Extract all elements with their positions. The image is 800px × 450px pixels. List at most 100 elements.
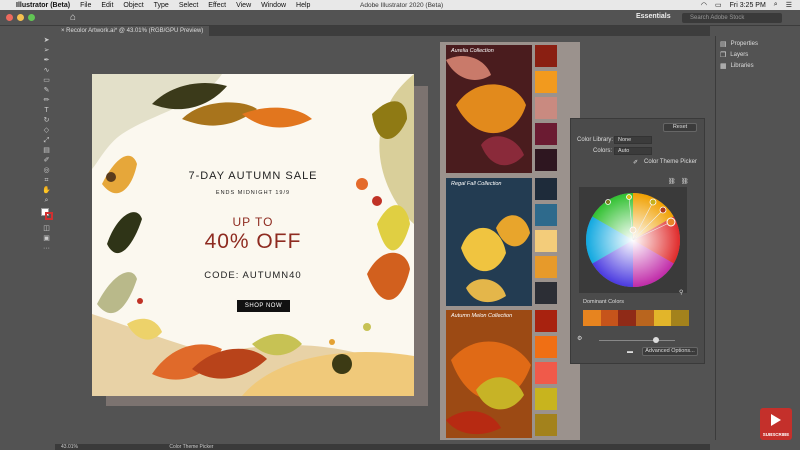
libraries-icon: ▦ <box>720 63 727 70</box>
zoom-tool-icon[interactable]: ⌕ <box>38 196 55 206</box>
selection-tool-icon[interactable]: ➤ <box>38 36 55 46</box>
workspace-switcher[interactable]: Essentials <box>636 13 671 20</box>
artboard[interactable]: 7-DAY AUTUMN SALE ENDS MIDNIGHT 19/9 UP … <box>92 74 414 396</box>
eraser-tool-icon[interactable]: ◇ <box>38 126 55 136</box>
color-picker-icon[interactable]: ⚲ <box>679 289 683 296</box>
fill-stroke-icon[interactable] <box>38 206 55 224</box>
menu-window[interactable]: Window <box>261 2 286 9</box>
menu-edit[interactable]: Edit <box>101 2 113 9</box>
properties-panel-tab[interactable]: ▤ Properties <box>720 40 758 48</box>
dominant-color[interactable] <box>618 310 637 326</box>
color-theme-picker-label[interactable]: Color Theme Picker <box>644 159 697 165</box>
swatch[interactable] <box>535 178 557 200</box>
rotate-tool-icon[interactable]: ↻ <box>38 116 55 126</box>
menu-object[interactable]: Object <box>123 2 143 9</box>
properties-icon: ▤ <box>720 41 727 48</box>
more-tools-icon[interactable]: ··· <box>38 244 55 254</box>
dominant-color[interactable] <box>636 310 654 326</box>
curvature-tool-icon[interactable]: ∿ <box>38 66 55 76</box>
maximize-button[interactable] <box>28 14 35 21</box>
link-harmony-icon[interactable]: ⛓ <box>668 178 676 185</box>
wifi-icon[interactable]: ◠ <box>701 1 707 9</box>
screen-mode-icon[interactable]: ▣ <box>38 234 55 244</box>
home-icon[interactable]: ⌂ <box>70 12 76 23</box>
menu-select[interactable]: Select <box>179 2 198 9</box>
blend-tool-icon[interactable]: ◎ <box>38 166 55 176</box>
colors-select[interactable]: Auto <box>614 147 652 155</box>
scale-tool-icon[interactable]: ⤢ <box>38 136 55 146</box>
dominant-color[interactable] <box>600 310 619 326</box>
control-center-icon[interactable]: ☰ <box>786 1 792 9</box>
colors-label: Colors: <box>593 148 613 154</box>
app-menu[interactable]: Illustrator (Beta) <box>16 2 70 9</box>
zoom-level[interactable]: 43.01% <box>61 444 78 450</box>
gradient-tool-icon[interactable]: ▤ <box>38 146 55 156</box>
close-button[interactable] <box>6 14 13 21</box>
eyedropper-icon[interactable]: ✐ <box>633 159 638 166</box>
swatch[interactable] <box>535 362 557 384</box>
collection-photo-melon[interactable]: Autumn Melon Collection <box>446 310 532 438</box>
swatch[interactable] <box>535 310 557 332</box>
swatch[interactable] <box>535 256 557 278</box>
swatch[interactable] <box>535 45 557 67</box>
swatch[interactable] <box>535 97 557 119</box>
document-tab-bar: × Recolor Artwork.ai* @ 43.01% (RGB/GPU … <box>55 26 710 36</box>
color-wheel-box[interactable] <box>579 187 687 293</box>
brush-tool-icon[interactable]: ✎ <box>38 86 55 96</box>
drawing-mode-icon[interactable]: ◫ <box>38 224 55 234</box>
collection-photo-regal[interactable]: Regal Fall Collection <box>446 178 532 306</box>
unlink-harmony-icon[interactable]: ⛓ <box>681 178 689 185</box>
swatch[interactable] <box>535 336 557 358</box>
menu-view[interactable]: View <box>236 2 251 9</box>
current-tool-label[interactable]: Color Theme Picker <box>169 444 213 450</box>
type-tool-icon[interactable]: T <box>38 106 55 116</box>
pencil-tool-icon[interactable]: ✏ <box>38 96 55 106</box>
reset-button[interactable]: Reset <box>663 123 697 132</box>
battery-icon[interactable]: ▭ <box>715 1 722 9</box>
color-library-select[interactable]: None <box>614 136 652 144</box>
right-dock: ▤ Properties ❐ Layers ▦ Libraries <box>715 36 800 440</box>
swatch[interactable] <box>535 204 557 226</box>
swatch[interactable] <box>535 123 557 145</box>
folder-icon[interactable]: ▬ <box>627 349 633 355</box>
swatch[interactable] <box>535 414 557 436</box>
hand-tool-icon[interactable]: ✋ <box>38 186 55 196</box>
swatch[interactable] <box>535 230 557 252</box>
menu-effect[interactable]: Effect <box>208 2 226 9</box>
clock[interactable]: Fri 3:25 PM <box>730 2 766 9</box>
minimize-button[interactable] <box>17 14 24 21</box>
layers-panel-tab[interactable]: ❐ Layers <box>720 51 748 59</box>
window-title: Adobe Illustrator 2020 (Beta) <box>360 1 444 9</box>
libraries-panel-tab[interactable]: ▦ Libraries <box>720 62 754 70</box>
rectangle-tool-icon[interactable]: ▭ <box>38 76 55 86</box>
stock-search-input[interactable]: Search Adobe Stock <box>682 13 782 23</box>
swatch[interactable] <box>535 388 557 410</box>
dominant-colors-bar[interactable] <box>583 310 690 326</box>
menu-help[interactable]: Help <box>296 2 310 9</box>
dominant-color[interactable] <box>583 310 601 326</box>
search-icon[interactable]: ⌕ <box>774 1 778 9</box>
dominant-color[interactable] <box>653 310 672 326</box>
collection-photo-aurelia[interactable]: Aurelia Collection <box>446 45 532 173</box>
pen-tool-icon[interactable]: ✒ <box>38 56 55 66</box>
shop-now-button[interactable]: SHOP NOW <box>237 300 290 312</box>
advanced-options-button[interactable]: Advanced Options... <box>642 347 698 356</box>
saturation-slider-handle[interactable] <box>653 337 659 343</box>
menu-file[interactable]: File <box>80 2 91 9</box>
saturation-slider-track[interactable] <box>599 340 675 341</box>
sale-offer: 40% OFF <box>204 230 302 253</box>
swatch[interactable] <box>535 71 557 93</box>
menu-type[interactable]: Type <box>154 2 169 9</box>
direct-selection-tool-icon[interactable]: ➢ <box>38 46 55 56</box>
eyedropper-tool-icon[interactable]: ✐ <box>38 156 55 166</box>
document-tab[interactable]: × Recolor Artwork.ai* @ 43.01% (RGB/GPU … <box>55 26 210 36</box>
recolor-artwork-panel: Reset Color Library: None Colors: Auto ✐… <box>570 118 705 364</box>
youtube-subscribe-button[interactable]: SUBSCRIBE <box>760 408 792 440</box>
swatch[interactable] <box>535 282 557 304</box>
settings-icon[interactable]: ⚙ <box>577 335 582 342</box>
dominant-color[interactable] <box>671 310 690 326</box>
color-wheel[interactable] <box>579 187 687 293</box>
mac-menubar: Illustrator (Beta) File Edit Object Type… <box>0 0 800 10</box>
swatch[interactable] <box>535 149 557 171</box>
artboard-tool-icon[interactable]: ⌗ <box>38 176 55 186</box>
